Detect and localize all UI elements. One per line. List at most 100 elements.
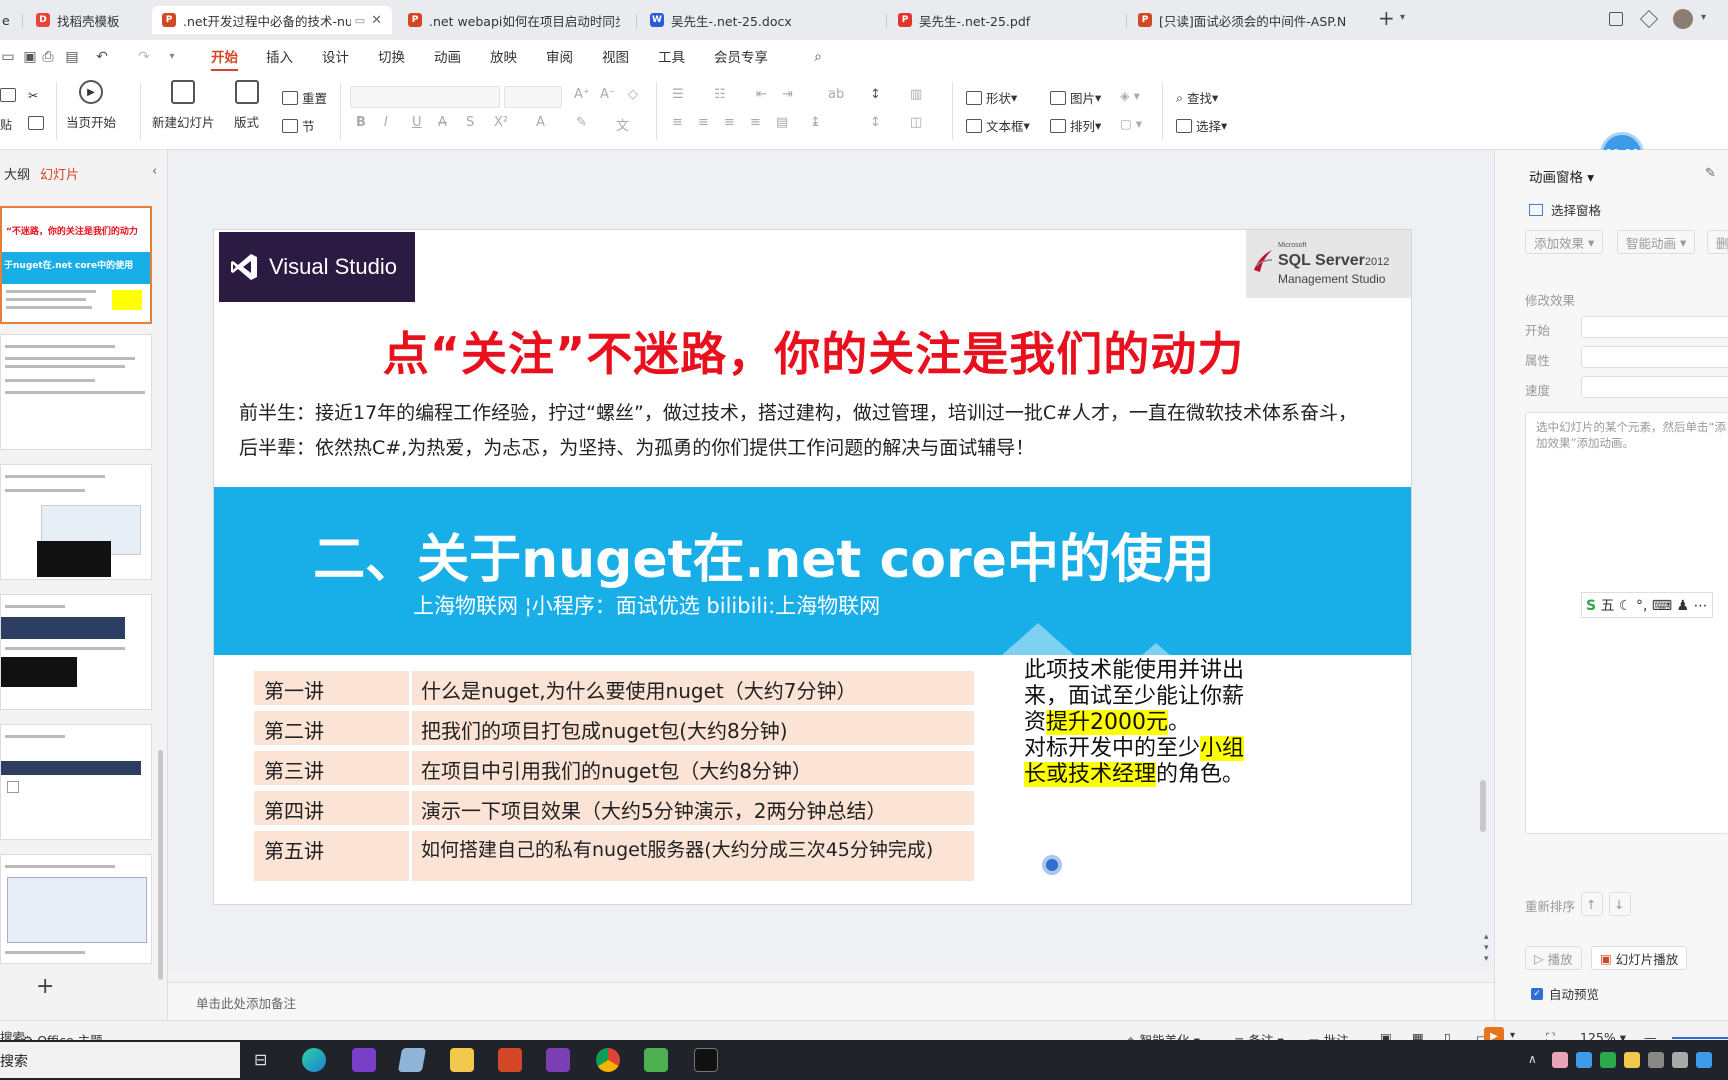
slide-title[interactable]: 点“关注”不迷路，你的关注是我们的动力 <box>214 318 1411 384</box>
add-slide-button[interactable]: + <box>36 974 54 999</box>
copy-icon[interactable] <box>28 116 48 130</box>
bullets-icon[interactable]: ☰ <box>672 87 684 102</box>
onenote-icon[interactable] <box>546 1048 570 1072</box>
animation-list[interactable]: 选中幻灯片的某个元素，然后单击“添加效果”添加动画。 <box>1525 412 1728 834</box>
font-size-select[interactable] <box>504 86 562 108</box>
align-center-icon[interactable]: ≡ <box>698 115 709 130</box>
font-family-select[interactable] <box>350 86 500 108</box>
section-banner[interactable]: 二、关于nuget在.net core中的使用 上海物联网 ¦小程序：面试优选 … <box>214 487 1411 655</box>
tab-outline[interactable]: 大纲 <box>4 164 30 183</box>
search-icon[interactable]: ⌕ <box>810 49 826 65</box>
tray-chevron-up-icon[interactable]: ∧ <box>1528 1052 1537 1066</box>
avatar[interactable] <box>1673 9 1693 29</box>
menu-view[interactable]: 视图 <box>602 46 629 66</box>
chevron-down-icon[interactable]: ▾ <box>1701 12 1706 23</box>
tray-cloud-icon[interactable] <box>1576 1052 1592 1068</box>
cube-icon[interactable] <box>1639 9 1659 29</box>
sort-icon[interactable]: ↕ <box>870 87 881 102</box>
taskbar-search[interactable]: 搜索 <box>0 1042 240 1078</box>
slide-thumbnail-2[interactable] <box>0 334 152 450</box>
distribute-icon[interactable]: ▤ <box>776 115 788 130</box>
reset-button[interactable]: 重置 <box>282 88 327 107</box>
menu-animation[interactable]: 动画 <box>434 46 461 66</box>
speed-select[interactable] <box>1581 376 1728 398</box>
increase-indent-icon[interactable]: ⇥ <box>782 87 793 102</box>
fill-color-icon[interactable]: ◈ ▾ <box>1120 88 1140 103</box>
tab-pdf[interactable]: P 吴先生-.net-25.pdf <box>888 6 1122 34</box>
visual-studio-taskbar-icon[interactable] <box>352 1048 376 1072</box>
align-right-icon[interactable]: ≡ <box>724 115 735 130</box>
layout-button[interactable]: 版式 <box>234 80 259 131</box>
slide[interactable]: Visual Studio Microsoft SQL Server2012 M… <box>213 229 1412 905</box>
intro-line-1[interactable]: 前半生：接近17年的编程工作经验，拧过“螺丝”，做过技术，搭过建构，做过管理，培… <box>239 398 1357 425</box>
tray-keyboard-icon[interactable] <box>1648 1052 1664 1068</box>
tab-template-store[interactable]: D 找稻壳模板 <box>26 6 148 34</box>
tray-app-icon[interactable] <box>1696 1052 1712 1068</box>
start-select[interactable] <box>1581 316 1728 338</box>
tab-docx[interactable]: W 吴先生-.net-25.docx <box>640 6 880 34</box>
new-slide-button[interactable]: 新建幻灯片 <box>152 80 215 131</box>
menu-tools[interactable]: 工具 <box>658 46 685 66</box>
tray-app-icon[interactable] <box>1552 1052 1568 1068</box>
chrome-icon[interactable] <box>596 1048 620 1072</box>
terminal-icon[interactable] <box>694 1048 718 1072</box>
increase-font-icon[interactable]: A⁺ <box>574 87 590 102</box>
italic-icon[interactable]: I <box>384 115 388 130</box>
lecture-row[interactable]: 第一讲 什么是nuget,为什么要使用nuget（大约7分钟） <box>254 671 974 705</box>
intro-line-2[interactable]: 后半辈：依然热C#,为热爱，为忐忑，为坚持、为孤勇的你们提供工作问题的解决与面试… <box>239 433 1034 460</box>
callout-text[interactable]: 此项技术能使用并讲出来，面试至少能让你薪资提升2000元。 对标开发中的至少小组长… <box>1024 658 1249 788</box>
paste-label[interactable]: 贴 <box>0 116 12 133</box>
folder-icon[interactable]: ▭ <box>0 49 16 65</box>
textbox-button[interactable]: 文本框 ▾ <box>966 116 1030 135</box>
window-icon[interactable]: ▭ <box>355 14 365 27</box>
justify-icon[interactable]: ≡ <box>750 115 761 130</box>
lecture-row[interactable]: 第三讲 在项目中引用我们的nuget包（大约8分钟） <box>254 751 974 785</box>
notepad-icon[interactable] <box>397 1048 427 1072</box>
underline-icon[interactable]: U <box>412 115 422 130</box>
superscript-icon[interactable]: X² <box>494 115 508 130</box>
undo-icon[interactable]: ↶ <box>94 49 110 65</box>
tab-partial[interactable]: e <box>0 6 14 34</box>
lecture-row[interactable]: 第四讲 演示一下项目效果（大约5分钟演示，2两分钟总结） <box>254 791 974 825</box>
zoom-slider[interactable] <box>1672 1037 1728 1039</box>
smart-art-icon[interactable]: ◫ <box>910 115 922 130</box>
layout-icon[interactable] <box>1609 12 1623 26</box>
slideshow-button[interactable]: ▣ 幻灯片播放 <box>1591 946 1688 970</box>
shadow-icon[interactable]: S <box>466 115 474 130</box>
find-button[interactable]: ⌕ 查找 ▾ <box>1176 88 1218 107</box>
columns-icon[interactable]: ▥ <box>910 87 922 102</box>
collapse-panel-icon[interactable]: ‹ <box>152 164 157 179</box>
highlight-icon[interactable]: ✎ <box>576 115 587 130</box>
thumbnail-scrollbar[interactable] <box>158 750 163 980</box>
property-select[interactable] <box>1581 346 1728 368</box>
save-icon[interactable]: ▣ <box>22 49 38 65</box>
auto-preview-checkbox[interactable]: ✓ 自动预览 <box>1531 984 1599 1003</box>
move-up-icon[interactable]: ↑ <box>1581 892 1603 916</box>
tab-webapi-presentation[interactable]: P .net webapi如何在项目启动时同步启 <box>398 6 630 34</box>
banner-title[interactable]: 二、关于nuget在.net core中的使用 <box>214 517 1314 592</box>
outline-color-icon[interactable]: ▢ ▾ <box>1120 116 1142 131</box>
clear-format-icon[interactable]: ◇ <box>628 87 638 102</box>
notepad-plus-icon[interactable] <box>644 1048 668 1072</box>
decrease-font-icon[interactable]: A⁻ <box>600 87 616 102</box>
phonetic-icon[interactable]: 文 <box>616 115 629 134</box>
section-button[interactable]: 节 <box>282 116 315 135</box>
print-icon[interactable]: ⎙ <box>40 49 56 65</box>
canvas-vertical-scrollbar[interactable] <box>1480 780 1486 832</box>
animation-pane-title[interactable]: 动画窗格 ▾ <box>1529 166 1594 186</box>
font-color-icon[interactable]: A <box>536 115 545 130</box>
file-explorer-icon[interactable] <box>450 1048 474 1072</box>
tab-readonly-presentation[interactable]: P [只读]面试必须会的中间件-ASP.NET <box>1128 6 1356 34</box>
tray-network-icon[interactable] <box>1672 1052 1688 1068</box>
banner-subtitle[interactable]: 上海物联网 ¦小程序：面试优选 bilibili:上海物联网 <box>413 590 880 620</box>
bold-icon[interactable]: B <box>356 115 366 130</box>
line-spacing-icon[interactable]: ↨ <box>810 115 821 130</box>
edge-icon[interactable] <box>302 1048 326 1072</box>
ime-toolbar[interactable]: S 五 ☾ °, ⌨ ♟ ⋯ <box>1581 592 1713 618</box>
menu-slideshow[interactable]: 放映 <box>490 46 517 66</box>
task-view-icon[interactable]: ⊟ <box>254 1050 267 1069</box>
redo-icon[interactable]: ↷ <box>136 49 152 65</box>
tray-app-icon[interactable] <box>1624 1052 1640 1068</box>
smart-animation-button[interactable]: 智能动画 ▾ <box>1617 230 1696 254</box>
menu-insert[interactable]: 插入 <box>266 46 293 66</box>
